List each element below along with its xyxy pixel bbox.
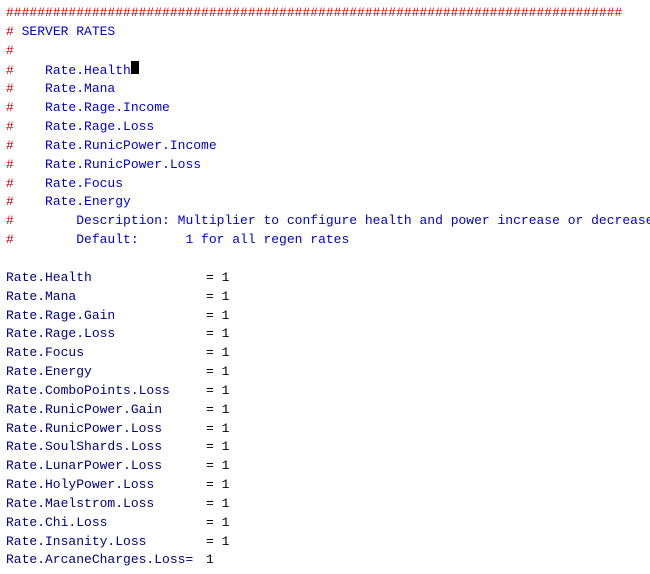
rate-rage-income-text: Rate.Rage.Income (14, 99, 170, 118)
default-label: Default: (14, 231, 178, 250)
rate-runicpower-gain-line: Rate.RunicPower.Gain = 1 (6, 401, 644, 420)
rate-rage-gain-line: Rate.Rage.Gain = 1 (6, 307, 644, 326)
rate-lunarpower-line: Rate.LunarPower.Loss = 1 (6, 457, 644, 476)
rate-soulshards-key: Rate.SoulShards.Loss (6, 438, 206, 457)
commented-rate-rage-loss: # Rate.Rage.Loss (6, 118, 644, 137)
desc-value: Multiplier to configure health and power… (170, 212, 650, 231)
rate-energy-text: Rate.Energy (14, 193, 131, 212)
commented-rate-runicpower-loss: # Rate.RunicPower.Loss (6, 156, 644, 175)
cursor (131, 61, 139, 74)
rate-runicpower-loss-eq: = 1 (206, 420, 229, 439)
rate-runicpower-gain-key: Rate.RunicPower.Gain (6, 401, 206, 420)
commented-rate-health: # Rate.Health (6, 61, 644, 81)
rate-focus-eq: = 1 (206, 344, 229, 363)
hash-2: # (6, 80, 14, 99)
editor-content: ########################################… (6, 4, 644, 570)
hash-5: # (6, 137, 14, 156)
commented-rate-mana: # Rate.Mana (6, 80, 644, 99)
commented-rate-rage-income: # Rate.Rage.Income (6, 99, 644, 118)
rate-energy-eq: = 1 (206, 363, 229, 382)
rate-maelstrom-line: Rate.Maelstrom.Loss = 1 (6, 495, 644, 514)
rate-health-eq: = 1 (206, 269, 229, 288)
hash-4: # (6, 118, 14, 137)
rate-insanity-key: Rate.Insanity.Loss (6, 533, 206, 552)
commented-rate-energy: # Rate.Energy (6, 193, 644, 212)
rate-rage-loss-text: Rate.Rage.Loss (14, 118, 154, 137)
rate-runicpower-income-text: Rate.RunicPower.Income (14, 137, 217, 156)
empty-hash-line: # (6, 42, 644, 61)
rate-focus-key: Rate.Focus (6, 344, 206, 363)
rate-rage-loss-eq: = 1 (206, 325, 229, 344)
rate-combopoints-line: Rate.ComboPoints.Loss = 1 (6, 382, 644, 401)
hash-1: # (6, 62, 14, 81)
rate-health-line: Rate.Health = 1 (6, 269, 644, 288)
rate-chi-line: Rate.Chi.Loss = 1 (6, 514, 644, 533)
rate-maelstrom-eq: = 1 (206, 495, 229, 514)
rate-holypower-line: Rate.HolyPower.Loss = 1 (6, 476, 644, 495)
rate-combopoints-eq: = 1 (206, 382, 229, 401)
blank-line-1 (6, 250, 644, 269)
commented-rate-focus: # Rate.Focus (6, 175, 644, 194)
rate-rage-loss-line: Rate.Rage.Loss = 1 (6, 325, 644, 344)
separator-text: ########################################… (6, 4, 622, 23)
rate-maelstrom-key: Rate.Maelstrom.Loss (6, 495, 206, 514)
rate-holypower-eq: = 1 (206, 476, 229, 495)
desc-hash: # (6, 212, 14, 231)
title-hash: # (6, 23, 14, 42)
empty-hash: # (6, 42, 14, 61)
rate-focus-line: Rate.Focus = 1 (6, 344, 644, 363)
rate-runicpower-loss-key: Rate.RunicPower.Loss (6, 420, 206, 439)
rate-arcanecharges-key: Rate.ArcaneCharges.Loss= (6, 551, 206, 570)
rate-combopoints-key: Rate.ComboPoints.Loss (6, 382, 206, 401)
rate-rage-gain-eq: = 1 (206, 307, 229, 326)
rate-health-key: Rate.Health (6, 269, 206, 288)
rate-lunarpower-key: Rate.LunarPower.Loss (6, 457, 206, 476)
rate-soulshards-eq: = 1 (206, 438, 229, 457)
rate-mana-line: Rate.Mana = 1 (6, 288, 644, 307)
rate-runicpower-loss-text: Rate.RunicPower.Loss (14, 156, 201, 175)
separator-line: ########################################… (6, 4, 644, 23)
rate-health-text: Rate.Health (14, 62, 131, 81)
rate-runicpower-loss-line: Rate.RunicPower.Loss = 1 (6, 420, 644, 439)
rate-chi-key: Rate.Chi.Loss (6, 514, 206, 533)
rate-mana-eq: = 1 (206, 288, 229, 307)
title-text: SERVER RATES (14, 23, 115, 42)
rate-arcanecharges-eq: 1 (206, 551, 214, 570)
hash-3: # (6, 99, 14, 118)
rate-rage-loss-key: Rate.Rage.Loss (6, 325, 206, 344)
description-line: # Description: Multiplier to configure h… (6, 212, 644, 231)
default-value: 1 for all regen rates (178, 231, 350, 250)
rate-focus-text: Rate.Focus (14, 175, 123, 194)
default-hash: # (6, 231, 14, 250)
rate-insanity-eq: = 1 (206, 533, 229, 552)
hash-8: # (6, 193, 14, 212)
hash-7: # (6, 175, 14, 194)
rate-energy-line: Rate.Energy = 1 (6, 363, 644, 382)
title-line: # SERVER RATES (6, 23, 644, 42)
rate-arcanecharges-line: Rate.ArcaneCharges.Loss= 1 (6, 551, 644, 570)
rate-rage-gain-key: Rate.Rage.Gain (6, 307, 206, 326)
desc-label: Description: (14, 212, 170, 231)
rate-soulshards-line: Rate.SoulShards.Loss = 1 (6, 438, 644, 457)
commented-rate-runicpower-income: # Rate.RunicPower.Income (6, 137, 644, 156)
rate-insanity-line: Rate.Insanity.Loss = 1 (6, 533, 644, 552)
hash-6: # (6, 156, 14, 175)
rate-holypower-key: Rate.HolyPower.Loss (6, 476, 206, 495)
rate-mana-key: Rate.Mana (6, 288, 206, 307)
rate-chi-eq: = 1 (206, 514, 229, 533)
default-line: # Default: 1 for all regen rates (6, 231, 644, 250)
rate-energy-key: Rate.Energy (6, 363, 206, 382)
rate-lunarpower-eq: = 1 (206, 457, 229, 476)
rate-runicpower-gain-eq: = 1 (206, 401, 229, 420)
rate-mana-text: Rate.Mana (14, 80, 115, 99)
